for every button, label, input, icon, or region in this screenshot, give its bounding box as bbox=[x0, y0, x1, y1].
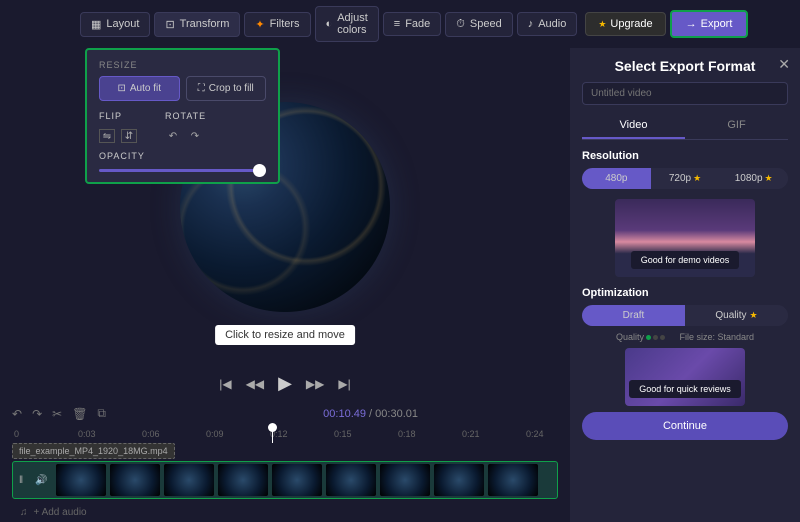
forward-icon[interactable]: ▶▶ bbox=[306, 377, 324, 391]
opacity-label: OPACITY bbox=[99, 151, 266, 161]
continue-button[interactable]: Continue bbox=[582, 412, 788, 440]
draft-button[interactable]: Draft bbox=[582, 305, 685, 326]
clip-thumb bbox=[380, 464, 430, 496]
export-title: Select Export Format bbox=[582, 58, 788, 74]
res-1080p-button[interactable]: 1080p★ bbox=[719, 168, 788, 189]
autofit-button[interactable]: ⊡Auto fit bbox=[99, 76, 180, 101]
quality-button[interactable]: Quality★ bbox=[685, 305, 788, 326]
star-icon: ★ bbox=[693, 173, 701, 184]
clip-filename: file_example_MP4_1920_18MG.mp4 bbox=[12, 443, 175, 459]
tab-video[interactable]: Video bbox=[582, 113, 685, 139]
copy-icon[interactable]: ⧉ bbox=[97, 406, 106, 421]
export-panel: ✕ Select Export Format Video GIF Resolut… bbox=[570, 48, 800, 522]
export-button[interactable]: →Export bbox=[670, 10, 749, 38]
optimization-preview: Good for quick reviews bbox=[625, 348, 745, 406]
resolution-preview: Good for demo videos bbox=[615, 199, 755, 277]
audio-button[interactable]: ♪Audio bbox=[517, 12, 578, 36]
star-icon: ★ bbox=[765, 173, 773, 184]
star-icon: ★ bbox=[598, 19, 606, 30]
playhead[interactable] bbox=[272, 425, 273, 443]
skip-start-icon[interactable]: |◀ bbox=[219, 377, 231, 391]
resolution-label: Resolution bbox=[582, 150, 788, 162]
filters-icon: ✦ bbox=[255, 18, 264, 31]
tab-gif[interactable]: GIF bbox=[685, 113, 788, 139]
flip-label: FLIP bbox=[99, 111, 137, 121]
clip-thumb bbox=[218, 464, 268, 496]
flip-horizontal-icon[interactable]: ⇋ bbox=[99, 129, 115, 143]
resize-label: RESIZE bbox=[99, 60, 266, 70]
track-mute-icon[interactable]: 🔊 bbox=[31, 475, 51, 486]
autofit-icon: ⊡ bbox=[117, 83, 125, 94]
layout-icon: ▦ bbox=[91, 18, 101, 31]
crop-icon: ⛶ bbox=[198, 83, 205, 94]
star-icon: ★ bbox=[750, 310, 758, 321]
clip-thumb bbox=[326, 464, 376, 496]
video-title-input[interactable] bbox=[582, 82, 788, 105]
clip-thumb bbox=[272, 464, 322, 496]
close-icon[interactable]: ✕ bbox=[778, 56, 790, 73]
music-icon: ♫ bbox=[20, 507, 28, 518]
arrow-icon: → bbox=[686, 18, 697, 30]
fade-button[interactable]: ≡Fade bbox=[383, 12, 442, 36]
skip-end-icon[interactable]: ▶| bbox=[338, 377, 350, 391]
clip-thumb bbox=[110, 464, 160, 496]
filters-button[interactable]: ✦Filters bbox=[244, 12, 310, 37]
flip-vertical-icon[interactable]: ⇵ bbox=[121, 129, 137, 143]
audio-icon: ♪ bbox=[528, 18, 534, 30]
res-480p-button[interactable]: 480p bbox=[582, 168, 651, 189]
rotate-left-icon[interactable]: ↶ bbox=[165, 129, 181, 143]
layout-button[interactable]: ▦Layout bbox=[80, 12, 150, 37]
rewind-icon[interactable]: ◀◀ bbox=[246, 377, 264, 391]
clip-thumb bbox=[434, 464, 484, 496]
time-display: 00:10.49 / 00:30.01 bbox=[323, 408, 418, 420]
upgrade-button[interactable]: ★Upgrade bbox=[585, 12, 665, 36]
adjust-button[interactable]: ◐Adjust colors bbox=[315, 6, 379, 42]
transform-button[interactable]: ⊡Transform bbox=[154, 12, 240, 37]
speed-icon: ⏱ bbox=[456, 18, 465, 31]
redo-icon[interactable]: ↷ bbox=[32, 407, 42, 421]
video-preview[interactable]: Click to resize and move RESIZE ⊡Auto fi… bbox=[0, 48, 570, 365]
crop-button[interactable]: ⛶Crop to fill bbox=[186, 76, 267, 101]
transform-panel: RESIZE ⊡Auto fit ⛶Crop to fill FLIP ⇋ ⇵ … bbox=[85, 48, 280, 184]
slider-thumb[interactable] bbox=[253, 164, 266, 177]
clip-thumb bbox=[164, 464, 214, 496]
transform-icon: ⊡ bbox=[165, 18, 174, 31]
res-720p-button[interactable]: 720p★ bbox=[651, 168, 720, 189]
cut-icon[interactable]: ✂ bbox=[52, 407, 62, 421]
rotate-label: ROTATE bbox=[165, 111, 206, 121]
track-handle-icon[interactable]: ‖ bbox=[15, 475, 27, 486]
clip-thumb bbox=[488, 464, 538, 496]
adjust-icon: ◐ bbox=[326, 18, 333, 30]
undo-icon[interactable]: ↶ bbox=[12, 407, 22, 421]
optimization-label: Optimization bbox=[582, 287, 788, 299]
video-track[interactable]: ‖ 🔊 bbox=[12, 461, 558, 499]
trash-icon[interactable]: 🗑 bbox=[72, 407, 87, 421]
opacity-slider[interactable] bbox=[99, 169, 266, 172]
rotate-right-icon[interactable]: ↷ bbox=[187, 129, 203, 143]
preview-overlay-text: Click to resize and move bbox=[215, 325, 355, 345]
preview-caption: Good for quick reviews bbox=[629, 380, 741, 398]
speed-button[interactable]: ⏱Speed bbox=[445, 12, 512, 37]
preview-caption: Good for demo videos bbox=[631, 251, 740, 269]
add-audio-button[interactable]: ♫+ Add audio bbox=[12, 503, 558, 522]
clip-thumb bbox=[56, 464, 106, 496]
timeline-ruler[interactable]: 0 0:03 0:06 0:09 0:12 0:15 0:18 0:21 0:2… bbox=[0, 425, 570, 443]
fade-icon: ≡ bbox=[394, 18, 400, 30]
play-icon[interactable]: ▶ bbox=[278, 373, 292, 394]
